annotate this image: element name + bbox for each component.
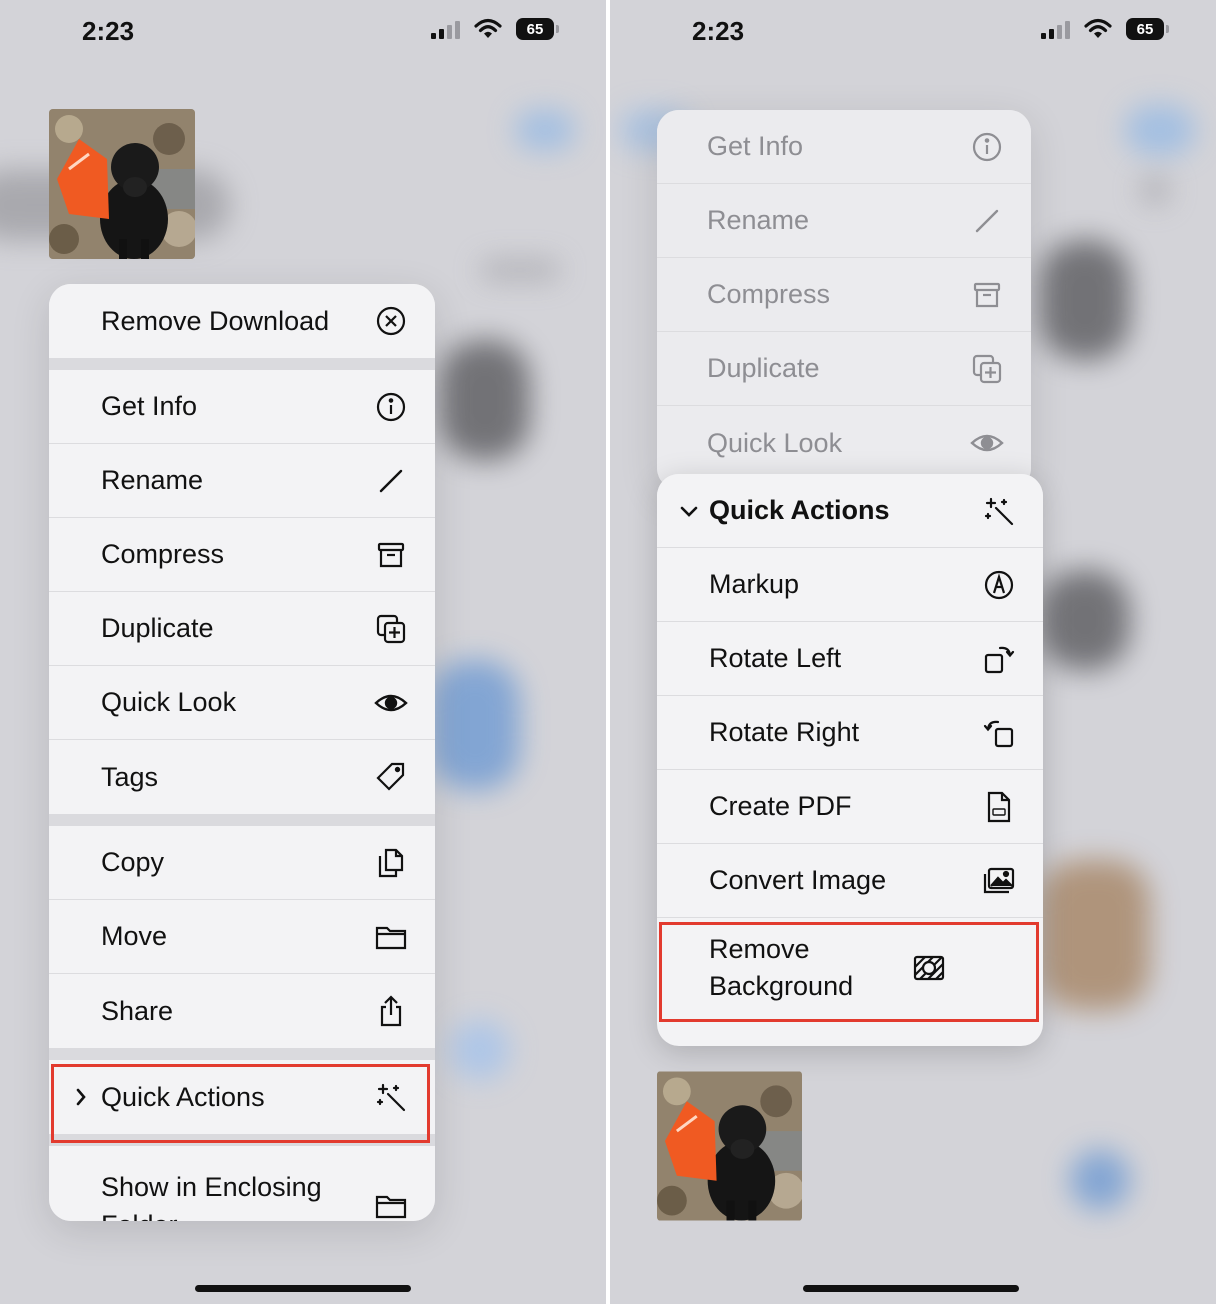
dog-photo-thumbnail[interactable] bbox=[657, 1071, 802, 1221]
wifi-icon bbox=[1084, 18, 1112, 38]
status-time: 2:23 bbox=[82, 16, 135, 46]
info-icon bbox=[371, 387, 411, 427]
item-label: Quick Look bbox=[707, 427, 843, 458]
share-icon bbox=[371, 991, 411, 1031]
eye-icon bbox=[371, 683, 411, 723]
section-separator bbox=[49, 814, 435, 826]
rotate-left-icon bbox=[979, 639, 1019, 679]
folder-icon bbox=[371, 1186, 411, 1221]
remove-download-button[interactable]: Remove Download bbox=[49, 284, 435, 358]
item-label: Create PDF bbox=[709, 791, 852, 821]
rotate-left-button[interactable]: Rotate Left bbox=[657, 622, 1043, 696]
copy-button[interactable]: Copy bbox=[49, 826, 435, 900]
section-separator bbox=[49, 358, 435, 370]
show-in-enclosing-folder-button[interactable]: Show in Enclosing Folder bbox=[49, 1146, 435, 1221]
tag-icon bbox=[371, 757, 411, 797]
folder-icon bbox=[371, 917, 411, 957]
home-indicator bbox=[195, 1285, 411, 1292]
item-label: Tags bbox=[101, 761, 159, 792]
item-label: Remove Background bbox=[709, 934, 854, 1001]
duplicate-icon bbox=[371, 609, 411, 649]
rename-button[interactable]: Rename bbox=[657, 184, 1031, 258]
remove-background-icon bbox=[909, 948, 949, 988]
pdf-doc-icon bbox=[979, 787, 1019, 827]
rotate-right-button[interactable]: Rotate Right bbox=[657, 696, 1043, 770]
submenu-title: Quick Actions bbox=[709, 495, 890, 525]
wifi-icon bbox=[474, 18, 502, 38]
battery-icon: 65 bbox=[1126, 18, 1169, 40]
chevron-right-icon bbox=[76, 1088, 86, 1106]
convert-image-button[interactable]: Convert Image bbox=[657, 844, 1043, 918]
markup-button[interactable]: Markup bbox=[657, 548, 1043, 622]
cellular-signal-icon bbox=[1041, 19, 1070, 39]
item-label: Remove Download bbox=[101, 305, 330, 336]
item-label: Compress bbox=[707, 279, 831, 309]
rename-button[interactable]: Rename bbox=[49, 444, 435, 518]
item-label: Rotate Left bbox=[709, 643, 842, 673]
right-screenshot: 2:23 65 Get Info Rename Compress Duplica… bbox=[610, 0, 1216, 1304]
quick-actions-button[interactable]: Quick Actions bbox=[49, 1060, 435, 1134]
item-label: Get Info bbox=[707, 131, 804, 161]
section-separator bbox=[49, 1134, 435, 1146]
pencil-icon bbox=[967, 201, 1007, 241]
item-label: Compress bbox=[101, 539, 225, 569]
item-label: Copy bbox=[101, 847, 165, 877]
item-label: Rename bbox=[101, 465, 204, 495]
compress-button[interactable]: Compress bbox=[49, 518, 435, 592]
duplicate-button[interactable]: Duplicate bbox=[49, 592, 435, 666]
sparkles-icon bbox=[979, 491, 1019, 531]
copy-icon bbox=[371, 843, 411, 883]
item-label: Share bbox=[101, 995, 174, 1026]
archive-box-icon bbox=[371, 535, 411, 575]
section-separator bbox=[49, 1048, 435, 1060]
item-label: Duplicate bbox=[707, 353, 820, 383]
quick-look-button[interactable]: Quick Look bbox=[49, 666, 435, 740]
item-label: Rename bbox=[707, 205, 810, 235]
item-label: Rotate Right bbox=[709, 717, 860, 747]
eye-icon bbox=[967, 423, 1007, 463]
get-info-button[interactable]: Get Info bbox=[657, 110, 1031, 184]
create-pdf-button[interactable]: Create PDF bbox=[657, 770, 1043, 844]
item-label: Get Info bbox=[101, 391, 198, 421]
quick-actions-submenu: Quick Actions Markup Rotate Left Rotate … bbox=[657, 474, 1043, 1046]
rotate-right-icon bbox=[979, 713, 1019, 753]
dog-photo-thumbnail[interactable] bbox=[49, 109, 195, 259]
duplicate-button[interactable]: Duplicate bbox=[657, 332, 1031, 406]
archive-box-icon bbox=[967, 275, 1007, 315]
cellular-signal-icon bbox=[431, 19, 460, 39]
status-icons: 65 bbox=[431, 18, 559, 40]
compress-button[interactable]: Compress bbox=[657, 258, 1031, 332]
get-info-button[interactable]: Get Info bbox=[49, 370, 435, 444]
quick-look-button[interactable]: Quick Look bbox=[657, 406, 1031, 480]
photos-icon bbox=[979, 861, 1019, 901]
item-label: Quick Look bbox=[101, 687, 237, 717]
quick-actions-header[interactable]: Quick Actions bbox=[657, 474, 1043, 548]
battery-icon: 65 bbox=[516, 18, 559, 40]
share-button[interactable]: Share bbox=[49, 974, 435, 1048]
info-icon bbox=[967, 127, 1007, 167]
chevron-down-icon bbox=[680, 506, 698, 517]
item-label: Move bbox=[101, 921, 168, 951]
home-indicator bbox=[803, 1285, 1019, 1292]
context-menu-dimmed: Get Info Rename Compress Duplicate Quick… bbox=[657, 110, 1031, 490]
status-icons: 65 bbox=[1041, 18, 1169, 40]
pencil-icon bbox=[371, 461, 411, 501]
move-button[interactable]: Move bbox=[49, 900, 435, 974]
sparkles-icon bbox=[371, 1077, 411, 1117]
duplicate-icon bbox=[967, 349, 1007, 389]
remove-background-button[interactable]: Remove Background bbox=[657, 918, 1043, 1018]
xmark-circle-icon bbox=[371, 301, 411, 341]
tags-button[interactable]: Tags bbox=[49, 740, 435, 814]
item-label: Markup bbox=[709, 569, 800, 599]
left-screenshot: 2:23 65 Remove Download Get Info Rename … bbox=[0, 0, 606, 1304]
context-menu: Remove Download Get Info Rename Compress bbox=[49, 284, 435, 1221]
item-label: Convert Image bbox=[709, 865, 887, 895]
item-label: Show in Enclosing Folder bbox=[101, 1172, 322, 1221]
markup-pen-icon bbox=[979, 565, 1019, 605]
item-label: Duplicate bbox=[101, 613, 214, 643]
status-time: 2:23 bbox=[692, 16, 745, 46]
item-label: Quick Actions bbox=[101, 1081, 265, 1112]
